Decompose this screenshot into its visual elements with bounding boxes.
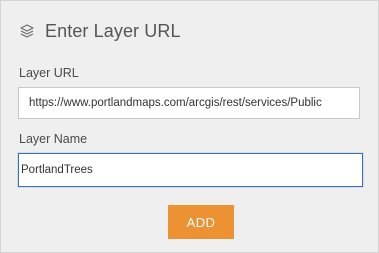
panel-title: Enter Layer URL: [45, 20, 181, 41]
add-button[interactable]: ADD: [168, 205, 234, 239]
layer-name-input[interactable]: [18, 153, 363, 187]
panel-header: Enter Layer URL: [18, 19, 181, 43]
enter-layer-url-panel: Enter Layer URL Layer URL Layer Name ADD: [0, 0, 379, 253]
layers-icon: [18, 22, 36, 40]
layer-url-label: Layer URL: [19, 66, 79, 80]
layer-name-label: Layer Name: [19, 132, 88, 146]
layer-url-input[interactable]: [18, 87, 360, 119]
